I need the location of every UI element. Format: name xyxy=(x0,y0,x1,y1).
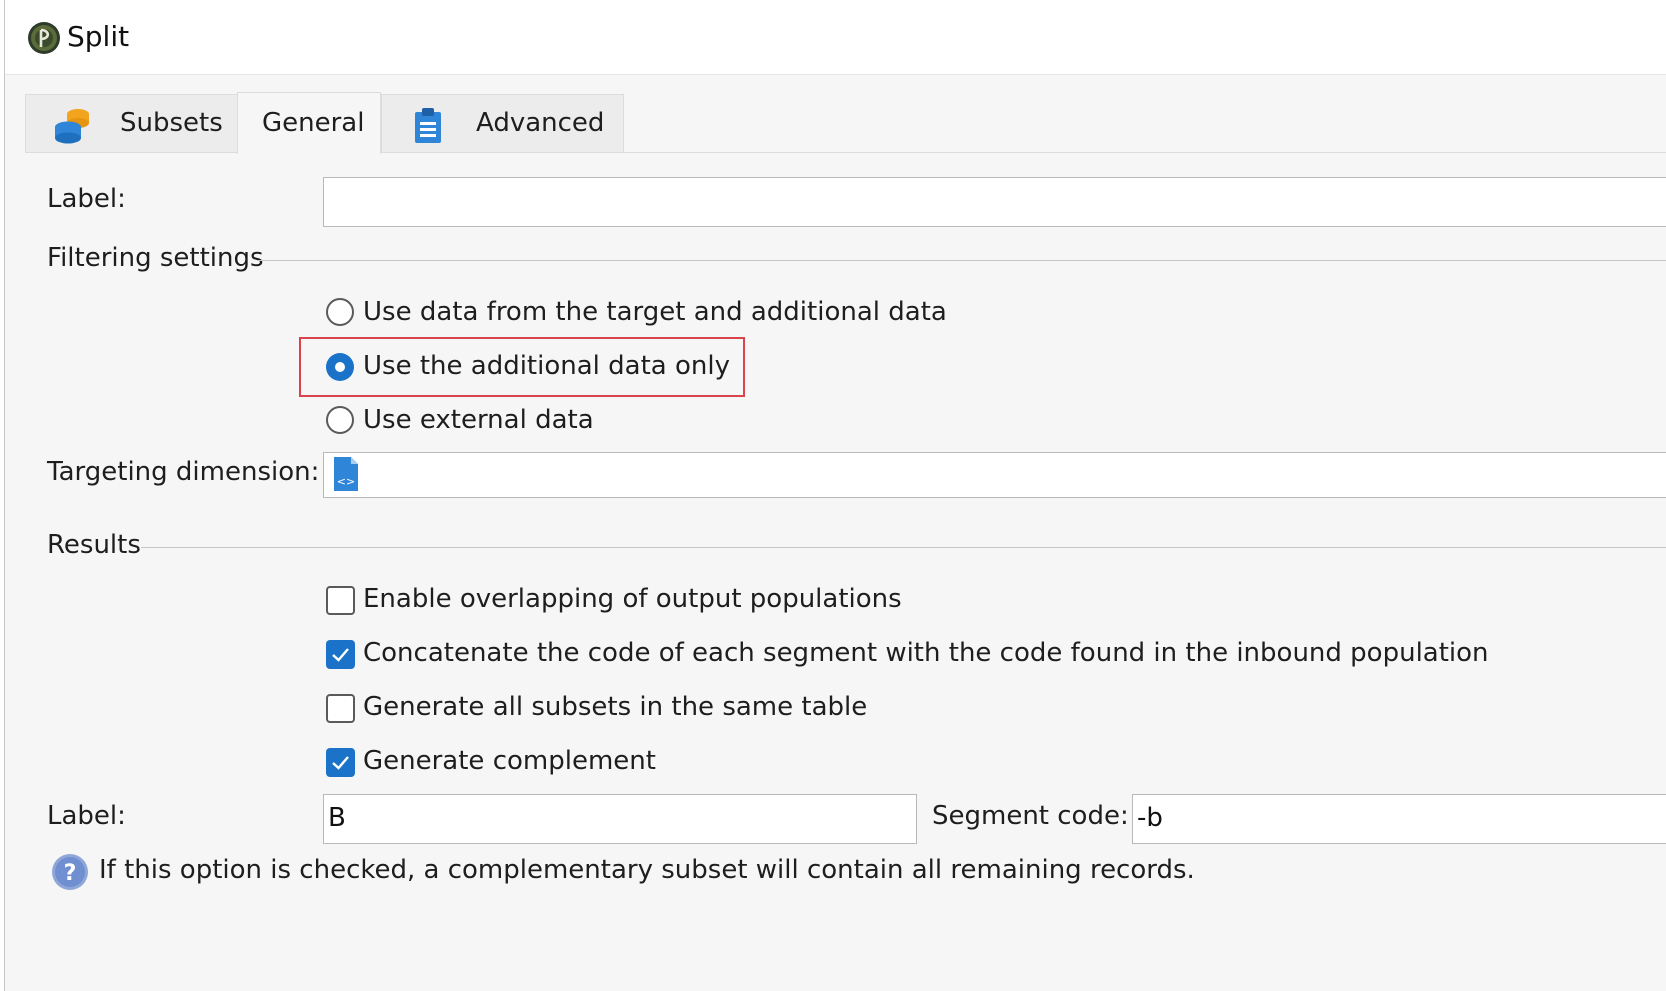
checkbox-generate-complement[interactable] xyxy=(326,748,355,777)
tab-general-label: General xyxy=(262,108,365,138)
checkbox-concatenate-code-label[interactable]: Concatenate the code of each segment wit… xyxy=(363,638,1489,668)
label-input[interactable] xyxy=(323,177,1666,227)
radio-target-and-additional-label[interactable]: Use data from the target and additional … xyxy=(363,297,947,327)
tab-advanced[interactable]: Advanced xyxy=(381,94,624,152)
radio-external-data-label[interactable]: Use external data xyxy=(363,405,594,435)
checkbox-same-table-label[interactable]: Generate all subsets in the same table xyxy=(363,692,867,722)
checkmark-icon xyxy=(332,756,349,770)
filtering-settings-divider xyxy=(257,260,1666,261)
targeting-dimension-input[interactable]: <> xyxy=(323,452,1666,498)
segment-code-input[interactable]: -b xyxy=(1132,794,1666,844)
tab-general[interactable]: General xyxy=(237,92,381,154)
svg-text:?: ? xyxy=(64,861,77,886)
tab-subsets[interactable]: Subsets xyxy=(25,94,238,152)
radio-external-data[interactable] xyxy=(326,406,354,434)
checkbox-enable-overlapping-label[interactable]: Enable overlapping of output populations xyxy=(363,584,902,614)
checkbox-concatenate-code[interactable] xyxy=(326,640,355,669)
filtering-settings-heading: Filtering settings xyxy=(47,243,264,273)
label-field-label: Label: xyxy=(47,184,126,214)
complement-label-input[interactable]: B xyxy=(323,794,917,844)
checkbox-generate-complement-label[interactable]: Generate complement xyxy=(363,746,656,776)
complement-label-label: Label: xyxy=(47,801,126,831)
highlight-box xyxy=(299,337,745,397)
help-text: If this option is checked, a complementa… xyxy=(99,855,1195,885)
title-bar: Split xyxy=(5,0,1666,75)
svg-text:<>: <> xyxy=(337,475,355,488)
window-title: Split xyxy=(67,20,130,53)
tab-subsets-label: Subsets xyxy=(120,108,223,138)
checkmark-icon xyxy=(332,648,349,662)
help-icon: ? xyxy=(52,854,88,890)
targeting-dimension-label: Targeting dimension: xyxy=(47,457,320,487)
app-logo-icon xyxy=(28,22,60,54)
database-stack-icon xyxy=(55,109,89,144)
checkbox-same-table[interactable] xyxy=(326,694,355,723)
checkbox-enable-overlapping[interactable] xyxy=(326,586,355,615)
tab-advanced-label: Advanced xyxy=(476,108,605,138)
radio-target-and-additional[interactable] xyxy=(326,298,354,326)
results-divider xyxy=(141,547,1666,548)
results-heading: Results xyxy=(47,530,141,560)
segment-code-label: Segment code: xyxy=(932,801,1129,831)
clipboard-icon xyxy=(415,108,441,143)
schema-document-icon: <> xyxy=(334,457,358,491)
split-dialog: Split Subsets General Advanced Label: Fi… xyxy=(4,0,1666,991)
